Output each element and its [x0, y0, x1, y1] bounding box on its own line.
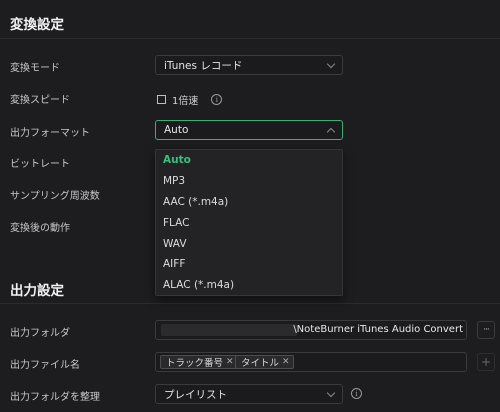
browse-folder-button[interactable]: ···: [477, 321, 495, 339]
path-redacted: [161, 324, 297, 336]
add-tag-button[interactable]: +: [477, 353, 495, 371]
conversion-speed-label: 変換スピード: [10, 95, 70, 106]
output-filename-field[interactable]: トラック番号 ✕ タイトル ✕: [155, 352, 467, 372]
output-folder-path: \NoteBurner iTunes Audio Convert: [293, 324, 463, 335]
conversion-mode-value: iTunes レコード: [164, 59, 243, 72]
format-option-aiff[interactable]: AIFF: [156, 254, 342, 275]
format-option-mp3[interactable]: MP3: [156, 171, 342, 192]
section-divider: [0, 38, 500, 39]
format-option-wav[interactable]: WAV: [156, 233, 342, 254]
output-format-label: 出力フォーマット: [10, 128, 90, 139]
close-icon[interactable]: ✕: [226, 357, 234, 367]
filename-tag-track-number: トラック番号 ✕: [160, 355, 238, 369]
after-conversion-label: 変換後の動作: [10, 223, 70, 234]
organize-folder-value: プレイリスト: [164, 388, 227, 401]
output-filename-label: 出力ファイル名: [10, 360, 80, 371]
tag-label: トラック番号: [166, 358, 224, 369]
organize-folder-label: 出力フォルダを整理: [10, 392, 100, 403]
section-divider: [0, 303, 500, 304]
filename-tag-title: タイトル ✕: [235, 355, 294, 369]
speed-checkbox[interactable]: [157, 95, 166, 104]
speed-checkbox-label: 1倍速: [172, 96, 199, 107]
output-format-dropdown: Auto MP3 AAC (*.m4a) FLAC WAV AIFF ALAC …: [155, 149, 343, 296]
output-folder-label: 出力フォルダ: [10, 328, 70, 339]
output-folder-field[interactable]: \NoteBurner iTunes Audio Convert: [155, 320, 467, 340]
bitrate-label: ビットレート: [10, 159, 70, 170]
output-format-select[interactable]: Auto: [155, 120, 343, 140]
chevron-down-icon: [326, 59, 336, 68]
format-option-flac[interactable]: FLAC: [156, 212, 342, 233]
samplerate-label: サンプリング周波数: [10, 191, 100, 202]
more-icon: ···: [483, 325, 490, 335]
chevron-down-icon: [326, 388, 336, 397]
tag-label: タイトル: [241, 358, 280, 369]
chevron-up-icon: [326, 127, 336, 136]
format-option-aac[interactable]: AAC (*.m4a): [156, 192, 342, 213]
format-option-alac[interactable]: ALAC (*.m4a): [156, 275, 342, 296]
close-icon[interactable]: ✕: [282, 357, 290, 367]
output-format-value: Auto: [164, 124, 189, 136]
info-icon[interactable]: i: [351, 388, 362, 399]
conversion-mode-label: 変換モード: [10, 63, 60, 74]
plus-icon: +: [480, 355, 492, 369]
info-icon[interactable]: i: [211, 94, 223, 105]
speed-option: 1倍速 i: [157, 92, 223, 107]
conversion-section-title: 変換設定: [10, 17, 64, 33]
output-section-title: 出力設定: [10, 283, 64, 299]
conversion-mode-select[interactable]: iTunes レコード: [155, 55, 343, 75]
organize-folder-select[interactable]: プレイリスト: [155, 384, 343, 404]
format-option-auto[interactable]: Auto: [156, 150, 342, 171]
